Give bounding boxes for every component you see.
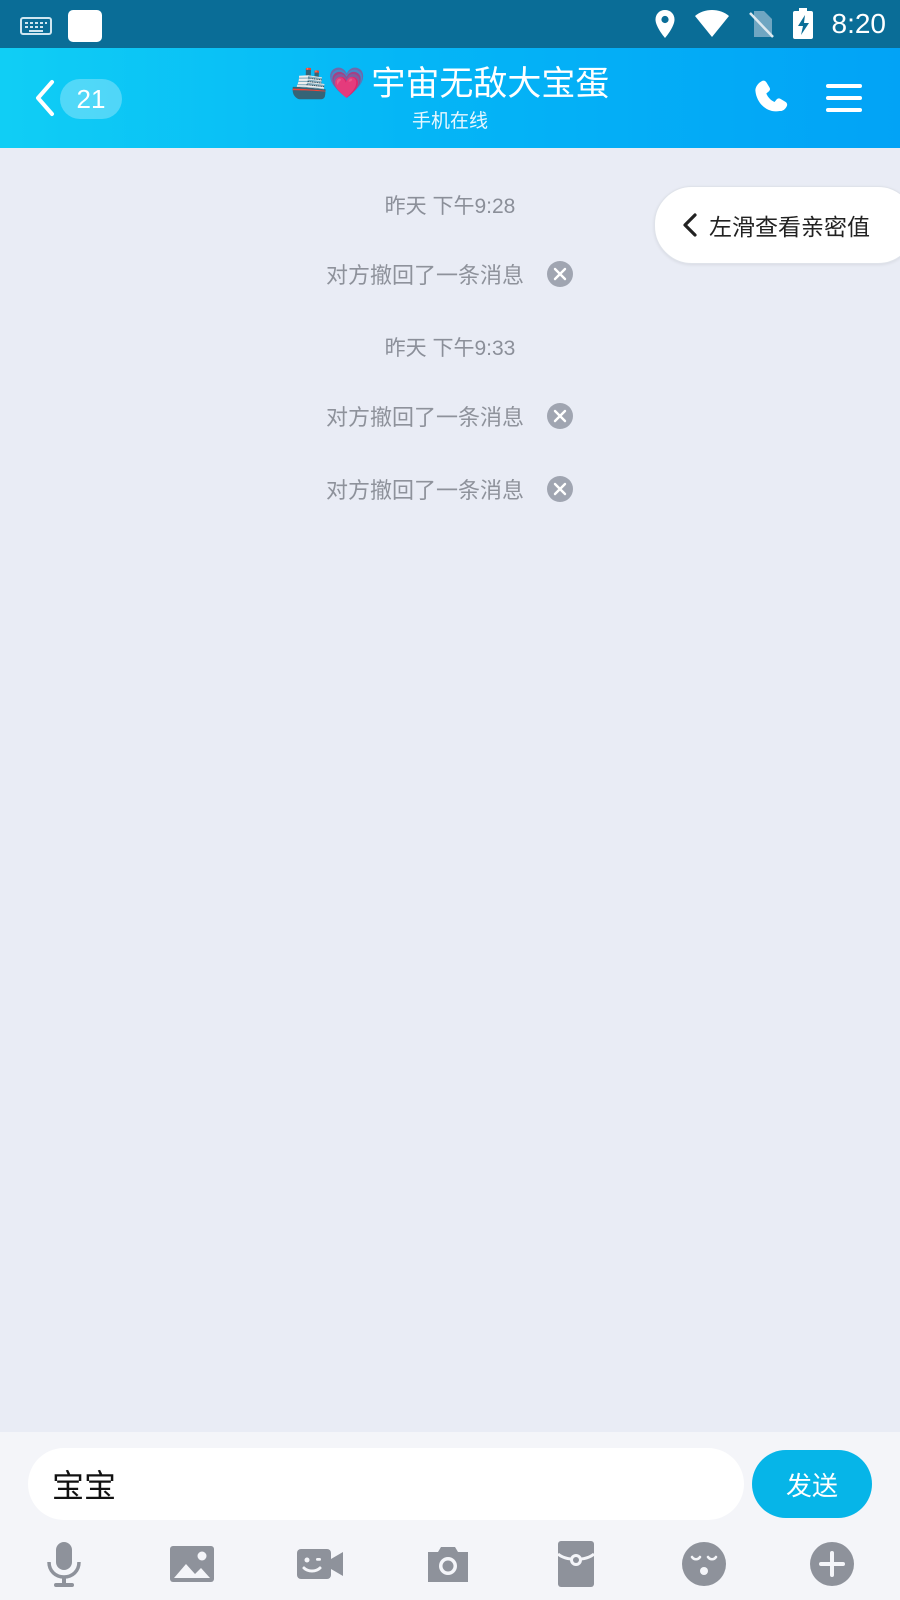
plus-icon[interactable] bbox=[808, 1540, 856, 1588]
microphone-icon[interactable] bbox=[40, 1540, 88, 1588]
timestamp: 昨天 下午9:33 bbox=[384, 337, 516, 360]
menu-icon[interactable] bbox=[824, 78, 864, 118]
chat-header: 21 🚢💗 宇宙无敌大宝蛋 手机在线 bbox=[0, 48, 900, 148]
message-list[interactable]: 昨天 下午9:28 对方撤回了一条消息 昨天 下午9:33 对方撤回了一条消息 … bbox=[0, 148, 900, 1432]
intimacy-hint-label: 左滑查看亲密值 bbox=[709, 215, 870, 241]
no-sim-icon bbox=[748, 11, 774, 38]
keyboard-icon bbox=[20, 17, 52, 35]
red-packet-icon[interactable] bbox=[552, 1540, 600, 1588]
chat-title: 宇宙无敌大宝蛋 bbox=[371, 64, 610, 104]
battery-charging-icon bbox=[792, 8, 813, 39]
close-circle-icon[interactable] bbox=[546, 260, 574, 288]
clock: 8:20 bbox=[831, 8, 887, 39]
chevron-left-icon bbox=[683, 213, 697, 237]
emoji-icon[interactable] bbox=[680, 1540, 728, 1588]
image-icon[interactable] bbox=[168, 1540, 216, 1588]
location-icon bbox=[655, 10, 674, 38]
recall-text: 对方撤回了一条消息 bbox=[325, 479, 524, 504]
composer-toolbar bbox=[0, 1532, 900, 1594]
recall-notice: 对方撤回了一条消息 bbox=[0, 400, 900, 432]
phone-icon[interactable] bbox=[752, 78, 792, 118]
status-bar: 8:20 bbox=[0, 0, 900, 48]
camera-icon[interactable] bbox=[424, 1540, 472, 1588]
recall-text: 对方撤回了一条消息 bbox=[325, 406, 524, 431]
wifi-icon bbox=[694, 10, 729, 37]
app-square-icon bbox=[68, 10, 102, 42]
message-input[interactable] bbox=[28, 1448, 744, 1520]
close-circle-icon[interactable] bbox=[546, 475, 574, 503]
send-button[interactable]: 发送 bbox=[752, 1450, 872, 1518]
title-emoji: 🚢💗 bbox=[290, 66, 366, 101]
recall-notice: 对方撤回了一条消息 bbox=[0, 473, 900, 505]
intimacy-hint-button[interactable]: 左滑查看亲密值 bbox=[654, 186, 900, 264]
video-call-icon[interactable] bbox=[296, 1540, 344, 1588]
composer: 发送 bbox=[0, 1432, 900, 1600]
close-circle-icon[interactable] bbox=[546, 402, 574, 430]
recall-text: 对方撤回了一条消息 bbox=[325, 264, 524, 289]
